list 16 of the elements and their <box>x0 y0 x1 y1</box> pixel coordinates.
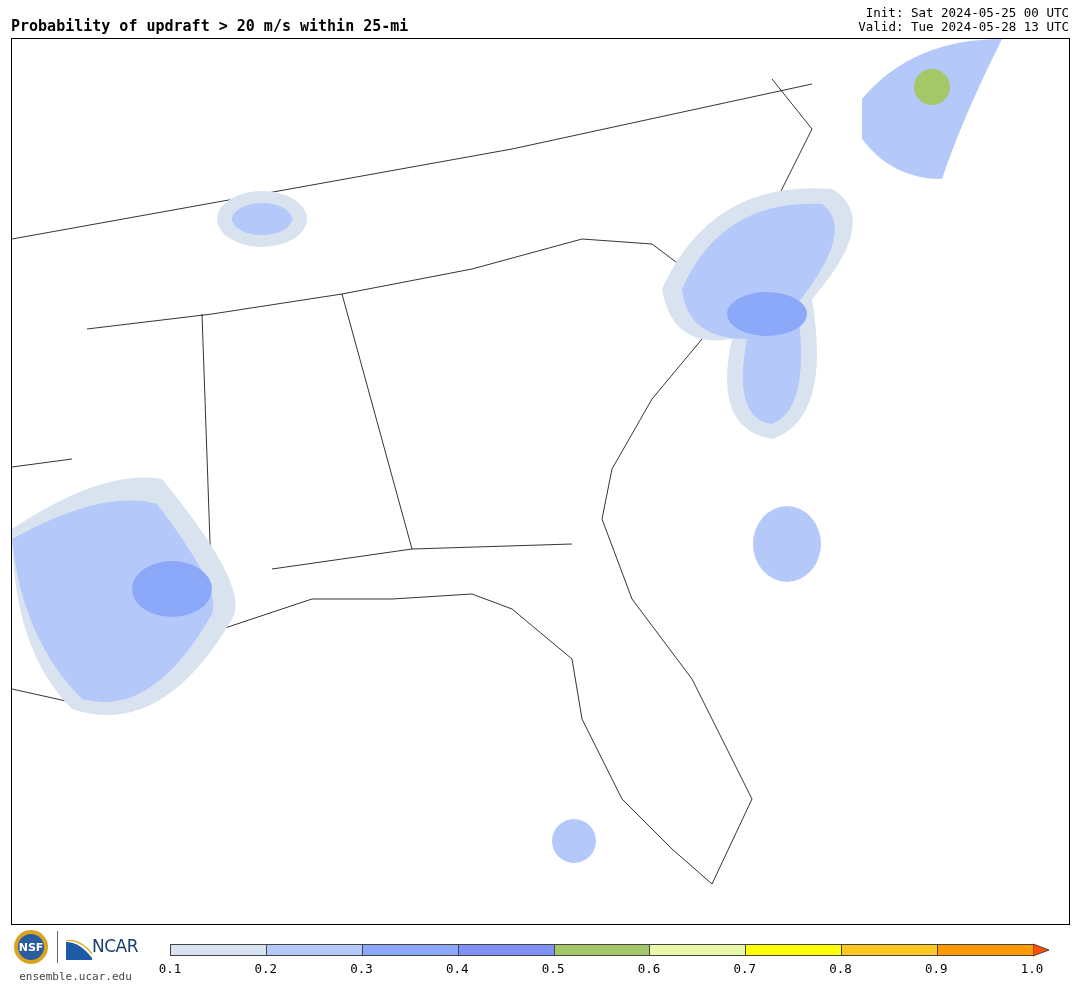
tick-label: 0.3 <box>349 960 374 978</box>
chart-title: Probability of updraft > 20 m/s within 25-mi <box>11 19 409 34</box>
init-time: Init: Sat 2024-05-25 00 UTC <box>864 6 1069 20</box>
tick-label: 1.0 <box>1019 960 1045 978</box>
tick-label: 0.4 <box>445 960 470 978</box>
valid-time: Valid: Tue 2024-05-28 13 UTC <box>858 20 1069 34</box>
tick-label: 0.2 <box>253 960 278 978</box>
ncar-logo-icon <box>66 939 92 960</box>
tick-label: 0.9 <box>924 960 949 978</box>
tick-label: 0.6 <box>636 960 662 978</box>
site-address: ensemble.ucar.edu <box>19 969 132 985</box>
tick-label: 0.8 <box>828 960 853 978</box>
ncar-logo-text: NCAR <box>92 935 139 959</box>
tick-label: 0.5 <box>540 960 566 978</box>
nsf-logo-text: NSF <box>18 941 44 954</box>
tick-label: 0.7 <box>732 960 757 978</box>
